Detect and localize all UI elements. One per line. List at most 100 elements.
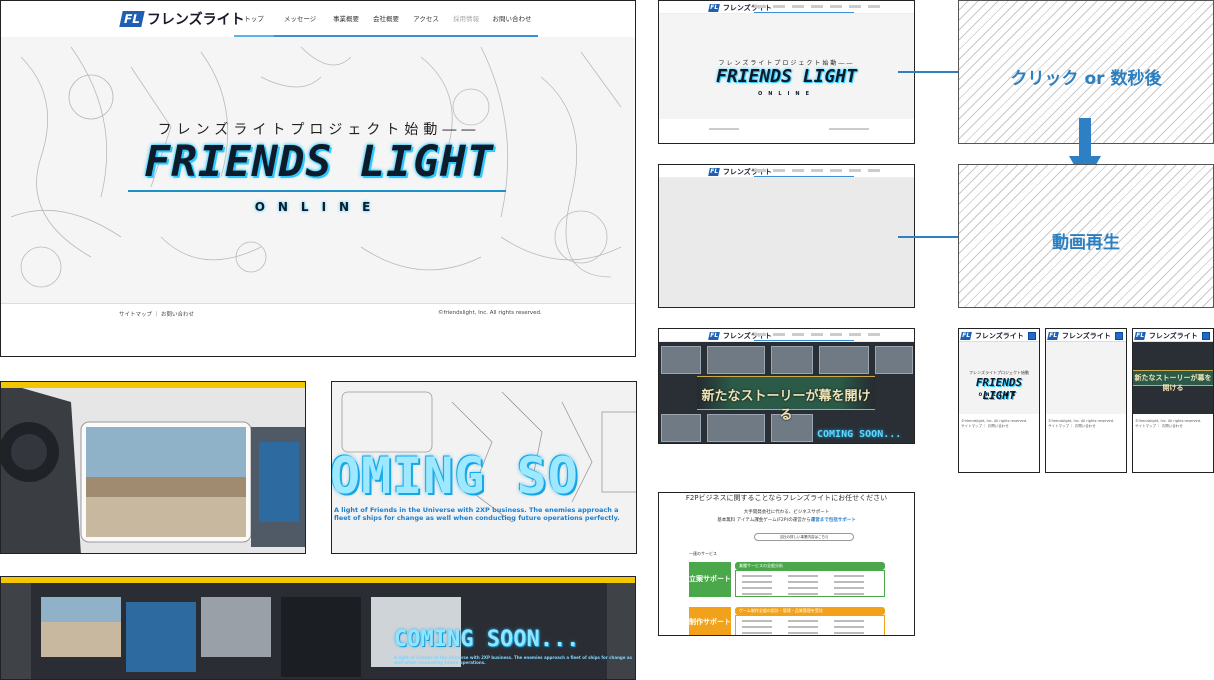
footer-copyright: ©friendslight, Inc. All rights reserved.	[438, 310, 542, 316]
logo-mark-icon: FL	[708, 4, 720, 12]
biz-line1: 大手開発会社に代わる、ビジネスサポート	[743, 510, 830, 515]
game-cockpit-view-1	[0, 381, 306, 554]
scene-panel	[875, 346, 913, 374]
hero-tagline: フレンズライトプロジェクト始動――	[157, 122, 481, 138]
hamburger-menu-icon[interactable]	[1028, 332, 1036, 340]
logo-mark-icon: FL	[1134, 332, 1146, 340]
production-support-label[interactable]: 制作サポート	[689, 607, 731, 635]
phone-footer-links[interactable]: サイトマップ ｜ お問い合わせ	[1135, 424, 1201, 429]
thumb-game-page: FL フレンズライト 新たなストーリーが幕を開ける COMING SOON...	[658, 328, 915, 444]
mini-nav-links	[754, 169, 880, 172]
hamburger-menu-icon[interactable]	[1202, 332, 1210, 340]
label-click-or-wait: クリック or 数秒後	[1010, 69, 1162, 89]
phone-logo-text: フレンズライト	[1061, 332, 1111, 340]
label-video-play: 動画再生	[1052, 233, 1120, 253]
hero-title: FRIENDS LIGHT	[144, 137, 494, 187]
scene-panel	[661, 414, 701, 442]
phone-logo-text: フレンズライト	[1148, 332, 1198, 340]
service-list	[834, 575, 864, 599]
phone-nav: FL フレンズライト	[1046, 329, 1126, 342]
nav-item-business[interactable]: 事業概要	[326, 13, 366, 37]
mini-game-scene: 新たなストーリーが幕を開ける COMING SOON...	[659, 342, 914, 443]
biz-line2: 基本無料 アイテム課金ゲーム(F2P)の運営から	[717, 518, 811, 523]
site-logo[interactable]: FL フレンズライト	[119, 9, 245, 29]
logo-mark-icon: FL	[119, 11, 145, 27]
phone-logo: FL フレンズライト	[1134, 331, 1198, 341]
phone-logo: FL フレンズライト	[1047, 331, 1111, 341]
service-list	[788, 620, 818, 635]
nav-item-message[interactable]: メッセージ	[274, 13, 326, 37]
mini-title: FRIENDS LIGHT	[716, 66, 857, 87]
biz-line2-wrap: 基本無料 アイテム課金ゲーム(F2P)の運営から運営まで包括サポート	[659, 517, 914, 523]
mini-nav: FL フレンズライト	[659, 165, 914, 178]
arrow-right-icon	[898, 66, 974, 78]
footer-links[interactable]: サイトマップ ｜ お問い合わせ	[119, 310, 194, 318]
mini-subtitle: ONLINE	[757, 91, 816, 97]
service-list	[788, 575, 818, 599]
phone-video-area	[1046, 342, 1126, 414]
planning-support-box	[735, 570, 885, 597]
placeholder-video-play: 動画再生	[958, 164, 1214, 308]
story-banner: 新たなストーリーが幕を開ける	[697, 376, 875, 423]
service-list	[834, 620, 864, 635]
coming-soon-text: COMING SOON...	[817, 429, 902, 440]
nav-item-company[interactable]: 会社概要	[366, 13, 406, 37]
nav-item-recruit[interactable]: 採用情報	[446, 13, 486, 37]
phone-game-scene: 新たなストーリーが幕を開ける	[1133, 342, 1213, 414]
scene-panel	[707, 346, 765, 374]
mini-nav-links	[754, 333, 880, 336]
nav-item-contact[interactable]: お問い合わせ	[486, 13, 538, 37]
cockpit-scene	[1, 382, 305, 553]
phone-story-banner-text: 新たなストーリーが幕を開ける	[1134, 373, 1212, 392]
story-banner-text: 新たなストーリーが幕を開ける	[701, 389, 871, 423]
biz-detail-button[interactable]: 当社の詳しい事業内容はこちら	[754, 533, 854, 541]
arrow-right-icon	[898, 231, 974, 243]
planning-support-label[interactable]: 立案サポート	[689, 562, 731, 597]
phone-subtitle: ONLINE	[978, 392, 1020, 397]
logo-mark-icon: FL	[1047, 332, 1059, 340]
mini-nav-bar	[754, 176, 854, 177]
phone-hero: フレンズライトプロジェクト始動 FRIENDS LIGHT ONLINE	[959, 342, 1039, 414]
mini-video-area	[659, 178, 914, 307]
top-nav: FL フレンズライト トップ メッセージ 事業概要 会社概要 アクセス 採用情報…	[1, 1, 635, 37]
game-cockpit-view-2: COMING SOON... A light of Friends in the…	[0, 576, 636, 680]
mini-nav-bar	[754, 340, 854, 341]
coming-soon-mid-fine: A light of Friends in the Universe with …	[394, 655, 632, 665]
hero-area[interactable]: フレンズライトプロジェクト始動―― FRIENDS LIGHT ONLINE	[1, 37, 635, 303]
phone-logo: FL フレンズライト	[960, 331, 1024, 341]
phone-footer: ©friendslight, Inc. All rights reserved.…	[961, 419, 1027, 429]
site-footer: サイトマップ ｜ お問い合わせ ©friendslight, Inc. All …	[1, 303, 635, 356]
hero-subtitle: ONLINE	[254, 200, 384, 214]
coming-soon-mid: COMING SOON...	[394, 627, 580, 652]
phone-nav: FL フレンズライト	[1133, 329, 1213, 342]
planning-support-head: 業種サービスの全般分析	[735, 562, 885, 570]
nav-item-top[interactable]: トップ	[234, 13, 274, 37]
biz-section-label: 一連のサービス	[689, 551, 717, 556]
phone-footer-links[interactable]: サイトマップ ｜ お問い合わせ	[961, 424, 1027, 429]
phone-logo-text: フレンズライト	[974, 332, 1024, 340]
biz-heading: F2Pビジネスに関することならフレンズライトにお任せください	[685, 494, 888, 502]
phone-thumb-game: FL フレンズライト 新たなストーリーが幕を開ける ©friendslight,…	[1132, 328, 1214, 473]
logo-mark-icon: FL	[960, 332, 972, 340]
biz-line2-emph: 運営まで包括サポート	[810, 518, 856, 523]
hamburger-menu-icon[interactable]	[1115, 332, 1123, 340]
production-support-box	[735, 615, 885, 635]
service-list	[742, 575, 772, 599]
logo-mark-icon: FL	[708, 168, 720, 176]
logo-text: フレンズライト	[146, 12, 245, 28]
phone-story-banner: 新たなストーリーが幕を開ける	[1133, 370, 1213, 392]
mini-hero: フレンズライトプロジェクト始動―― FRIENDS LIGHT ONLINE	[659, 14, 914, 119]
main-desktop-screenshot: FL フレンズライト トップ メッセージ 事業概要 会社概要 アクセス 採用情報…	[0, 0, 636, 357]
coming-soon-fine: A light of Friends in the Universe with …	[334, 506, 620, 522]
mini-nav: FL フレンズライト	[659, 329, 914, 342]
phone-title: FRIENDS LIGHT	[975, 376, 1023, 402]
phone-footer-links[interactable]: サイトマップ ｜ お問い合わせ	[1048, 424, 1114, 429]
logo-mark-icon: FL	[708, 332, 720, 340]
nav-menu: トップ メッセージ 事業概要 会社概要 アクセス 採用情報 お問い合わせ	[234, 13, 538, 37]
mini-nav-links	[754, 5, 880, 8]
scene-panel	[771, 346, 813, 374]
nav-item-access[interactable]: アクセス	[406, 13, 446, 37]
game-coming-soon-view: OMING SO A light of Friends in the Unive…	[331, 381, 637, 554]
phone-footer: ©friendslight, Inc. All rights reserved.…	[1135, 419, 1201, 429]
production-support-head: ゲーム制作全般の設計・管理・品質管理を受託	[735, 607, 885, 615]
